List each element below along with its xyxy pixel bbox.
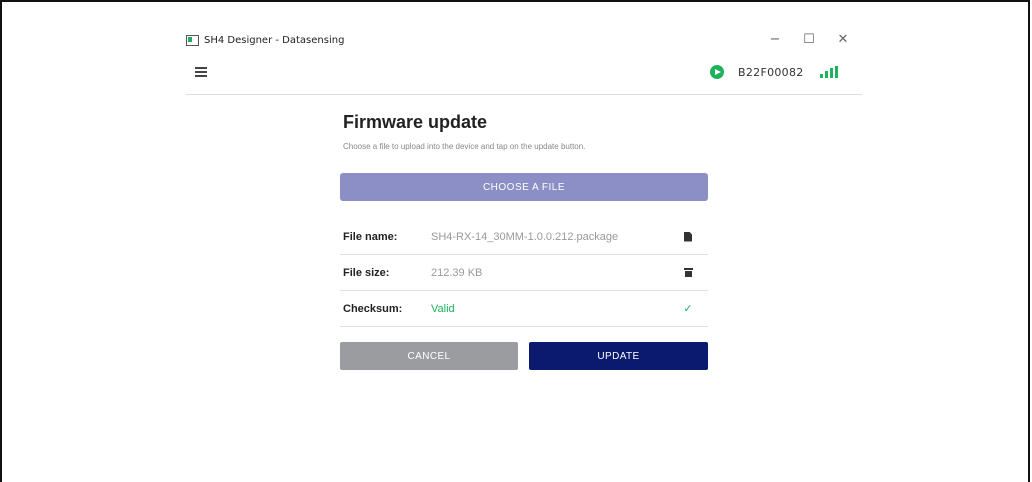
menu-icon[interactable] — [195, 67, 207, 77]
cancel-button[interactable]: CANCEL — [340, 342, 518, 370]
firmware-update-panel: Firmware update Choose a file to upload … — [340, 108, 708, 370]
window-controls: − ☐ ✕ — [758, 29, 860, 49]
signal-bars-icon — [819, 66, 838, 78]
archive-icon[interactable] — [683, 268, 693, 277]
header-divider — [186, 94, 862, 95]
checksum-value: Valid — [431, 302, 455, 315]
file-size-value: 212.39 KB — [431, 266, 483, 279]
play-circle-icon[interactable] — [710, 65, 724, 79]
update-button[interactable]: UPDATE — [529, 342, 708, 370]
close-button[interactable]: ✕ — [826, 29, 860, 49]
maximize-button[interactable]: ☐ — [792, 29, 826, 49]
file-name-row: File name: SH4-RX-14_30MM-1.0.0.212.pack… — [340, 219, 708, 255]
check-icon: ✓ — [683, 302, 693, 315]
app-icon — [186, 34, 199, 46]
file-size-label: File size: — [343, 266, 390, 279]
file-name-value: SH4-RX-14_30MM-1.0.0.212.package — [431, 230, 619, 243]
checksum-row: Checksum: Valid ✓ — [340, 291, 708, 327]
page-subtitle: Choose a file to upload into the device … — [343, 142, 586, 151]
title-bar: SH4 Designer - Datasensing — [186, 30, 344, 50]
file-size-row: File size: 212.39 KB — [340, 255, 708, 291]
device-status: B22F00082 — [710, 65, 838, 79]
document-icon[interactable] — [684, 231, 692, 242]
choose-file-button[interactable]: CHOOSE A FILE — [340, 173, 708, 201]
page-title: Firmware update — [343, 112, 488, 132]
device-id: B22F00082 — [738, 65, 804, 79]
file-name-label: File name: — [343, 230, 398, 243]
checksum-label: Checksum: — [343, 302, 403, 315]
minimize-button[interactable]: − — [758, 29, 792, 49]
window-title: SH4 Designer - Datasensing — [204, 34, 345, 46]
